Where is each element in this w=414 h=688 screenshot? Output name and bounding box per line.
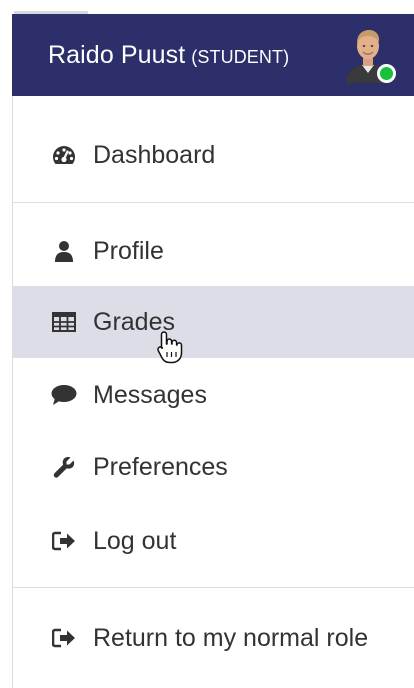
user-name-text: Raido Puust (STUDENT) (48, 41, 289, 70)
menu-item-return-normal-role[interactable]: Return to my normal role (13, 603, 414, 673)
online-status-dot (377, 64, 396, 83)
speech-bubble-icon (51, 382, 77, 408)
user-menu-header[interactable]: Raido Puust (STUDENT) (12, 14, 414, 96)
menu-item-label: Log out (93, 526, 177, 555)
menu-item-label: Messages (93, 380, 207, 409)
user-role: (STUDENT) (191, 46, 290, 67)
menu-item-label: Dashboard (93, 140, 216, 169)
sign-out-icon (51, 625, 77, 651)
menu-item-label: Return to my normal role (93, 623, 369, 652)
menu-item-dashboard[interactable]: Dashboard (13, 120, 414, 190)
menu-item-grades[interactable]: Grades (13, 286, 414, 358)
wrench-icon (51, 454, 77, 480)
avatar[interactable] (344, 27, 396, 83)
table-grid-icon (51, 309, 77, 335)
menu-item-profile[interactable]: Profile (13, 216, 414, 286)
user-icon (51, 238, 77, 264)
page-edge (0, 0, 12, 688)
menu-item-label: Preferences (93, 452, 228, 481)
user-name: Raido Puust (48, 40, 186, 69)
menu-item-preferences[interactable]: Preferences (13, 432, 414, 502)
menu-item-label: Profile (93, 236, 164, 265)
dashboard-gauge-icon (51, 142, 77, 168)
sign-out-icon (51, 528, 77, 554)
menu-item-logout[interactable]: Log out (13, 506, 414, 576)
menu-divider (13, 202, 414, 203)
menu-item-messages[interactable]: Messages (13, 360, 414, 430)
menu-item-label: Grades (93, 307, 175, 336)
user-menu-screen: Raido Puust (STUDENT) Dashboard Profile … (0, 0, 414, 688)
top-strip (12, 0, 414, 14)
menu-divider (13, 587, 414, 588)
user-dropdown-menu: Dashboard Profile Grades Messages Prefer… (12, 96, 414, 688)
